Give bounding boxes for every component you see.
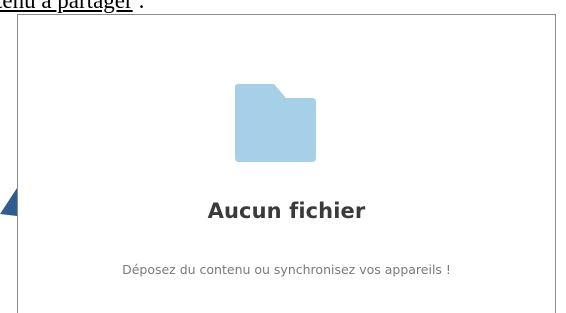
annotation-arrow-icon: [0, 188, 17, 216]
folder-icon: [235, 84, 316, 162]
screenshot-stage: tenu à partager : Aucun fichier Déposez …: [0, 0, 566, 313]
annotation-arrow-head: [0, 188, 17, 216]
document-heading-link[interactable]: tenu à partager: [0, 0, 133, 13]
empty-state-title: Aucun fichier: [207, 199, 366, 223]
document-heading-suffix: :: [132, 0, 145, 13]
empty-state-subtitle: Déposez du contenu ou synchronisez vos a…: [122, 262, 451, 277]
folder-shape: [235, 84, 316, 162]
file-drop-panel[interactable]: Aucun fichier Déposez du contenu ou sync…: [17, 14, 556, 313]
